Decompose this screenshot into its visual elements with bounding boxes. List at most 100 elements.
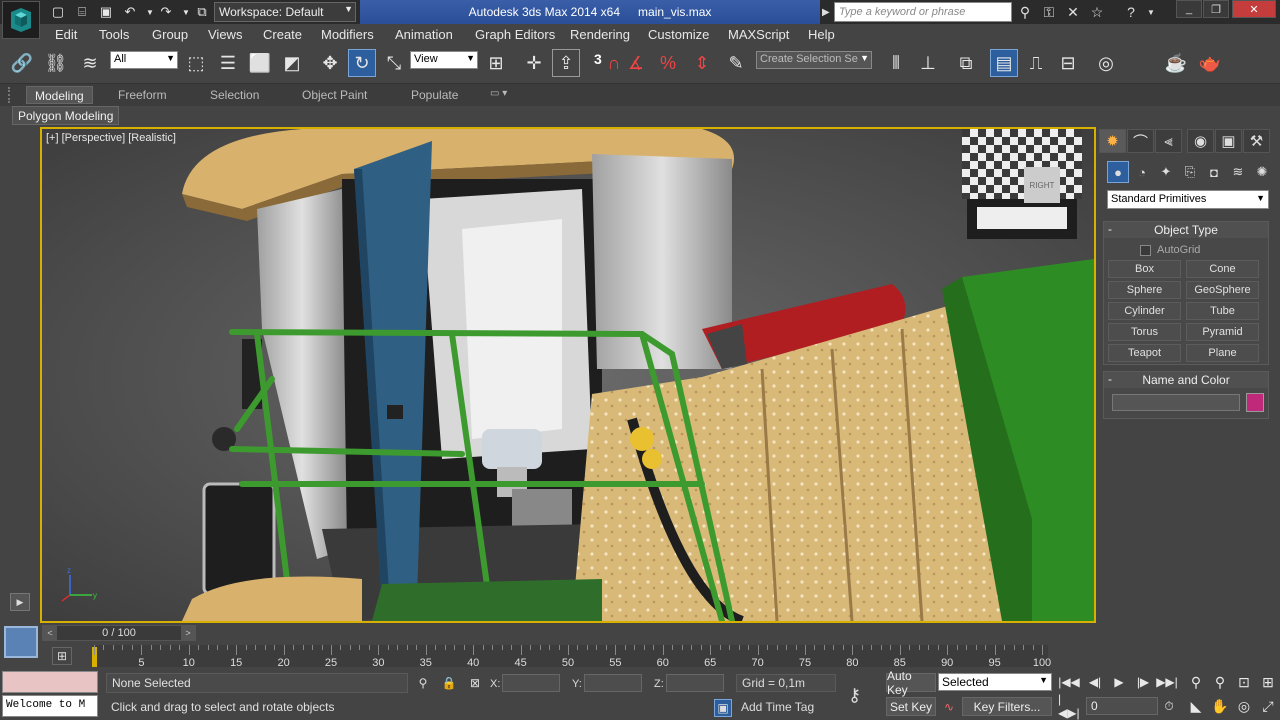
geosphere-button[interactable]: GeoSphere [1186,281,1259,299]
link-icon[interactable]: 🔗 [8,49,36,77]
hierarchy-tab-icon[interactable]: ⫷ [1155,129,1182,153]
time-slider[interactable]: < 0 / 100 > [42,625,196,641]
set-key-icon[interactable]: ⚷ [848,685,876,705]
bind-spacewarp-icon[interactable]: ≋ [76,49,104,77]
open-file-icon[interactable]: ⌸ [72,2,92,22]
plane-button[interactable]: Plane [1186,344,1259,362]
x-coordinate-input[interactable] [502,674,560,692]
z-coordinate-input[interactable] [666,674,724,692]
menu-group[interactable]: Group [152,27,188,42]
new-file-icon[interactable]: ▢ [48,2,68,22]
isolate-selection-icon[interactable]: ⚲ [414,674,432,692]
unlink-icon[interactable]: ⛓ [42,49,70,77]
pivot-center-icon[interactable]: ⊞ [482,49,510,77]
help-search-input[interactable]: Type a keyword or phrase [834,2,1012,22]
geometry-icon[interactable]: ● [1107,161,1129,183]
zoom-extents-all-icon[interactable]: ⊞ [1258,672,1278,692]
redo-icon[interactable]: ↷ [156,2,176,22]
scene-explorer-icon[interactable]: ▤ [990,49,1018,77]
key-mode-toggle-icon[interactable]: |◀▶| [1058,692,1080,720]
polygon-modeling-panel[interactable]: Polygon Modeling [12,106,120,125]
auto-key-button[interactable]: Auto Key [886,669,936,697]
maximize-viewport-icon[interactable]: ⤢ [1258,696,1278,716]
select-object-icon[interactable]: ⬚ [182,49,210,77]
object-name-input[interactable] [1112,394,1240,411]
motion-tab-icon[interactable]: ◉ [1187,129,1214,153]
viewport-label[interactable]: [+] [Perspective] [Realistic] [46,132,176,144]
viewport-layout-icon[interactable]: ▶ [10,593,30,611]
key-mode-dropdown[interactable]: Selected ▼ [938,673,1052,691]
next-frame-icon[interactable]: > [181,626,195,640]
close-button[interactable]: ✕ [1232,0,1276,18]
help-dropdown-icon[interactable]: ▼ [1140,2,1162,22]
spacewarps-icon[interactable]: ≋ [1227,161,1249,183]
save-file-icon[interactable]: ▣ [96,2,116,22]
ribbon-grip-icon[interactable] [8,87,12,103]
pyramid-button[interactable]: Pyramid [1186,323,1259,341]
selection-filter-dropdown[interactable]: All ▼ [110,51,178,69]
scale-icon[interactable]: ⤡ [380,49,408,77]
material-editor-icon[interactable]: ◎ [1092,49,1120,77]
torus-button[interactable]: Torus [1108,323,1181,341]
communication-icon[interactable]: ✕ [1062,2,1084,22]
box-button[interactable]: Box [1108,260,1181,278]
menu-help[interactable]: Help [808,27,835,42]
rectangular-selection-icon[interactable]: ⬜ [246,49,274,77]
selection-lock-icon[interactable]: 🔒 [440,674,458,692]
play-icon[interactable]: ▶ [1108,673,1130,691]
percent-snap-icon[interactable]: % [654,49,682,77]
curve-editor-icon[interactable]: ⎍ [1022,49,1050,77]
ribbon-options-icon[interactable]: ▭ ▾ [482,86,515,104]
key-filters-button[interactable]: Key Filters... [962,697,1052,716]
ribbon-tab-selection[interactable]: Selection [202,86,267,104]
render-production-icon[interactable]: 🫖 [1196,49,1224,77]
menu-modifiers[interactable]: Modifiers [321,27,374,42]
maximize-button[interactable]: ❐ [1203,0,1229,18]
angle-snap-icon[interactable]: ∡ [622,49,650,77]
go-to-start-icon[interactable]: |◀◀ [1058,673,1080,691]
select-manipulate-icon[interactable]: ✛ [520,49,548,77]
menu-rendering[interactable]: Rendering [570,27,630,42]
align-icon[interactable]: ⊥ [914,49,942,77]
pan-view-icon[interactable]: ✋ [1210,696,1230,716]
add-time-tag[interactable]: Add Time Tag [736,699,836,717]
schematic-view-icon[interactable]: ⊟ [1054,49,1082,77]
subscription-icon[interactable]: ⚿ [1038,2,1060,22]
ribbon-tab-populate[interactable]: Populate [403,86,466,104]
perspective-viewport[interactable]: [+] [Perspective] [Realistic] z y RIGHT [40,127,1096,623]
teapot-button[interactable]: Teapot [1108,344,1181,362]
previous-frame-icon[interactable]: ◀| [1084,673,1106,691]
favorites-star-icon[interactable]: ☆ [1086,2,1108,22]
name-color-header[interactable]: - Name and Color [1104,372,1268,388]
window-crossing-icon[interactable]: ◩ [278,49,306,77]
ribbon-tab-freeform[interactable]: Freeform [110,86,175,104]
named-selection-input[interactable]: Create Selection Se ▼ [756,51,872,69]
maxscript-listener-input[interactable] [2,671,98,693]
minimize-button[interactable]: _ [1176,0,1202,18]
orbit-icon[interactable]: ◎ [1234,696,1254,716]
current-frame-input[interactable]: 0 [1086,697,1158,715]
viewcube[interactable]: RIGHT [1024,167,1060,203]
curve-editor-open-icon[interactable]: ⊞ [52,647,72,665]
mini-curve-editor-toggle[interactable] [4,626,38,658]
app-menu-button[interactable] [2,1,40,39]
systems-icon[interactable]: ✺ [1251,161,1273,183]
ribbon-tab-object-paint[interactable]: Object Paint [294,86,375,104]
maxscript-output[interactable]: Welcome to M [2,695,98,717]
help-icon[interactable]: ? [1120,2,1142,22]
tube-button[interactable]: Tube [1186,302,1259,320]
undo-icon[interactable]: ↶ [120,2,140,22]
adaptive-degradation-icon[interactable]: ▣ [714,699,732,717]
render-setup-icon[interactable]: ☕ [1162,49,1190,77]
cylinder-button[interactable]: Cylinder [1108,302,1181,320]
reference-coord-dropdown[interactable]: View ▼ [410,51,478,69]
y-coordinate-input[interactable] [584,674,642,692]
select-by-name-icon[interactable]: ☰ [214,49,242,77]
binoculars-icon[interactable]: ⚲ [1014,2,1036,22]
utilities-tab-icon[interactable]: ⚒ [1243,129,1270,153]
go-to-end-icon[interactable]: ▶▶| [1156,673,1178,691]
object-color-swatch[interactable] [1246,393,1264,412]
create-tab-icon[interactable]: ✹ [1099,129,1126,153]
menu-animation[interactable]: Animation [395,27,453,42]
lights-icon[interactable]: ✦ [1155,161,1177,183]
